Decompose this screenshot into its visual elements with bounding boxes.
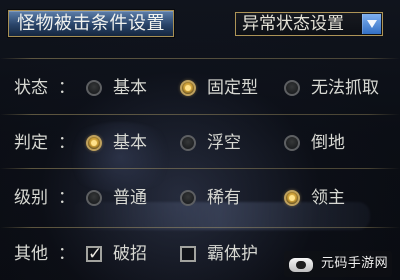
state-option-ungrabbable-label: 无法抓取: [311, 78, 379, 98]
radio-button-selected[interactable]: [284, 190, 300, 206]
other-option-break[interactable]: 破招: [86, 243, 147, 265]
gamepad-icon: [288, 253, 316, 275]
judge-row-label: 判定 ：: [14, 133, 75, 153]
judge-option-basic-label: 基本: [113, 133, 147, 153]
radio-button[interactable]: [86, 80, 102, 96]
level-option-normal-label: 普通: [113, 188, 147, 208]
level-option-boss-label: 领主: [311, 188, 345, 208]
state-option-basic-label: 基本: [113, 78, 147, 98]
other-option-superarmor-label: 霸体护: [207, 244, 258, 264]
other-label-colon: ：: [58, 244, 75, 264]
judge-option-float[interactable]: 浮空: [180, 132, 241, 154]
judge-option-float-label: 浮空: [207, 133, 241, 153]
radio-button-selected[interactable]: [86, 135, 102, 151]
state-row-label: 状态 ：: [14, 78, 75, 98]
other-row-label: 其他 ：: [14, 244, 75, 264]
panel-title-tab[interactable]: 怪物被击条件设置: [8, 10, 174, 37]
divider-row-2: [0, 168, 400, 169]
radio-button[interactable]: [86, 190, 102, 206]
chevron-down-icon[interactable]: [362, 14, 381, 34]
judge-option-basic[interactable]: 基本: [86, 132, 147, 154]
dropdown-selected-label: 异常状态设置: [242, 14, 344, 34]
judge-option-knockdown-label: 倒地: [311, 133, 345, 153]
abnormal-status-dropdown[interactable]: 异常状态设置: [235, 12, 383, 36]
divider-row-3: [0, 227, 400, 228]
level-label-colon: ：: [58, 188, 75, 208]
level-option-rare-label: 稀有: [207, 188, 241, 208]
checkbox-checked[interactable]: [86, 244, 102, 264]
watermark-text: 元码手游网: [320, 256, 388, 271]
state-option-fixed[interactable]: 固定型: [180, 77, 258, 99]
radio-button[interactable]: [180, 190, 196, 206]
state-option-ungrabbable[interactable]: 无法抓取: [284, 77, 379, 99]
radio-button-selected[interactable]: [180, 80, 196, 96]
radio-button[interactable]: [180, 135, 196, 151]
other-option-superarmor[interactable]: 霸体护: [180, 243, 258, 265]
level-option-rare[interactable]: 稀有: [180, 187, 241, 209]
monster-hit-condition-panel: 怪物被击条件设置 异常状态设置 状态 ： 基本 固定型 无法抓取 判定 ： 基本 浮…: [0, 0, 400, 280]
state-label-colon: ：: [58, 78, 75, 98]
judge-label-text: 判定: [14, 133, 48, 153]
radio-button[interactable]: [284, 80, 300, 96]
checkbox[interactable]: [180, 246, 196, 262]
judge-label-colon: ：: [58, 133, 75, 153]
level-option-normal[interactable]: 普通: [86, 187, 147, 209]
site-watermark: 元码手游网: [283, 251, 392, 277]
other-option-break-label: 破招: [113, 244, 147, 264]
other-label-text: 其他: [14, 244, 48, 264]
state-label-text: 状态: [14, 78, 48, 98]
judge-option-knockdown[interactable]: 倒地: [284, 132, 345, 154]
level-row-label: 级别 ：: [14, 188, 75, 208]
level-option-boss[interactable]: 领主: [284, 187, 345, 209]
level-label-text: 级别: [14, 188, 48, 208]
state-option-basic[interactable]: 基本: [86, 77, 147, 99]
radio-button[interactable]: [284, 135, 300, 151]
divider-row-1: [0, 114, 400, 115]
divider-top: [0, 58, 400, 59]
state-option-fixed-label: 固定型: [207, 78, 258, 98]
